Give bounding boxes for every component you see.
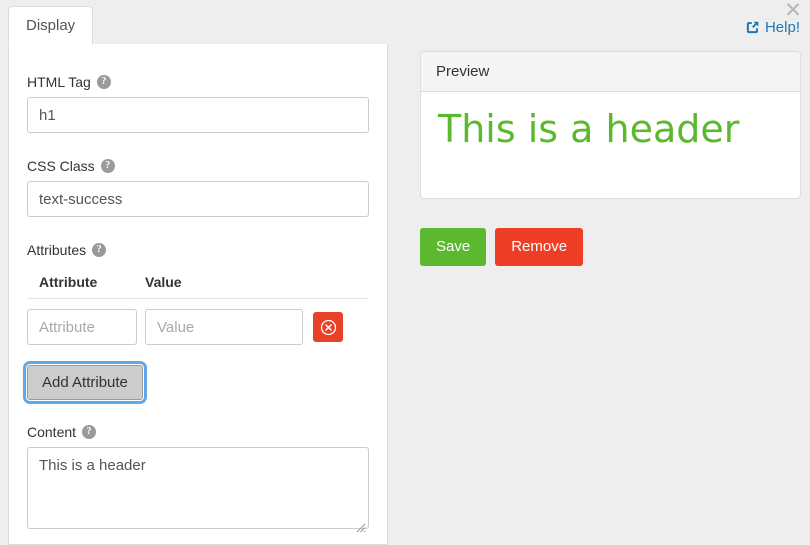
question-mark-icon[interactable]: ? [92,243,107,257]
question-mark-icon[interactable]: ? [82,425,97,439]
add-attribute-button[interactable]: Add Attribute [23,361,147,404]
column-header-attribute: Attribute [39,274,98,290]
attributes-table-header: Attribute Value [27,265,369,299]
css-class-input[interactable] [27,181,369,217]
content-label-text: Content [27,424,77,440]
help-link[interactable]: Help! [745,19,800,36]
question-mark-icon[interactable]: ? [100,159,115,173]
field-content: Content ? [27,424,369,534]
attribute-value-input[interactable] [145,309,303,345]
preview-panel-title: Preview [421,52,800,92]
html-tag-label: HTML Tag ? [27,74,369,90]
action-buttons: Save Remove [420,228,584,266]
html-tag-label-text: HTML Tag [27,74,91,90]
preview-heading: This is a header [438,107,740,151]
content-textarea-wrapper [27,447,369,534]
preview-panel: Preview This is a header [420,51,801,199]
tab-display-label: Display [26,17,76,34]
attributes-label: Attributes ? [27,242,369,258]
css-class-label-text: CSS Class [27,158,95,174]
field-css-class: CSS Class ? [27,158,369,217]
html-tag-input[interactable] [27,97,369,133]
content-label: Content ? [27,424,369,440]
circle-x-icon [320,319,337,336]
question-mark-icon[interactable]: ? [96,75,111,89]
page-root: ✕ Help! Display HTML Tag ? CSS C [0,0,810,545]
field-attributes: Attributes ? Attribute Value Attribute V… [23,242,369,404]
attribute-name-input[interactable] [27,309,137,345]
attribute-row [27,299,369,345]
field-html-tag: HTML Tag ? [27,74,369,133]
css-class-label: CSS Class ? [27,158,369,174]
help-link-label: Help! [764,19,800,36]
column-header-value: Value [145,274,182,290]
tab-bar: Display [8,6,94,45]
attributes-label-text: Attributes [27,242,87,258]
external-link-icon [745,20,760,35]
remove-button[interactable]: Remove [495,228,584,266]
delete-attribute-button[interactable] [313,312,343,342]
form-panel: HTML Tag ? CSS Class ? Attributes ? Attr… [8,44,388,545]
content-textarea[interactable] [27,447,369,529]
preview-panel-body: This is a header [421,92,800,198]
save-button[interactable]: Save [420,228,487,266]
tab-display[interactable]: Display [8,6,94,45]
